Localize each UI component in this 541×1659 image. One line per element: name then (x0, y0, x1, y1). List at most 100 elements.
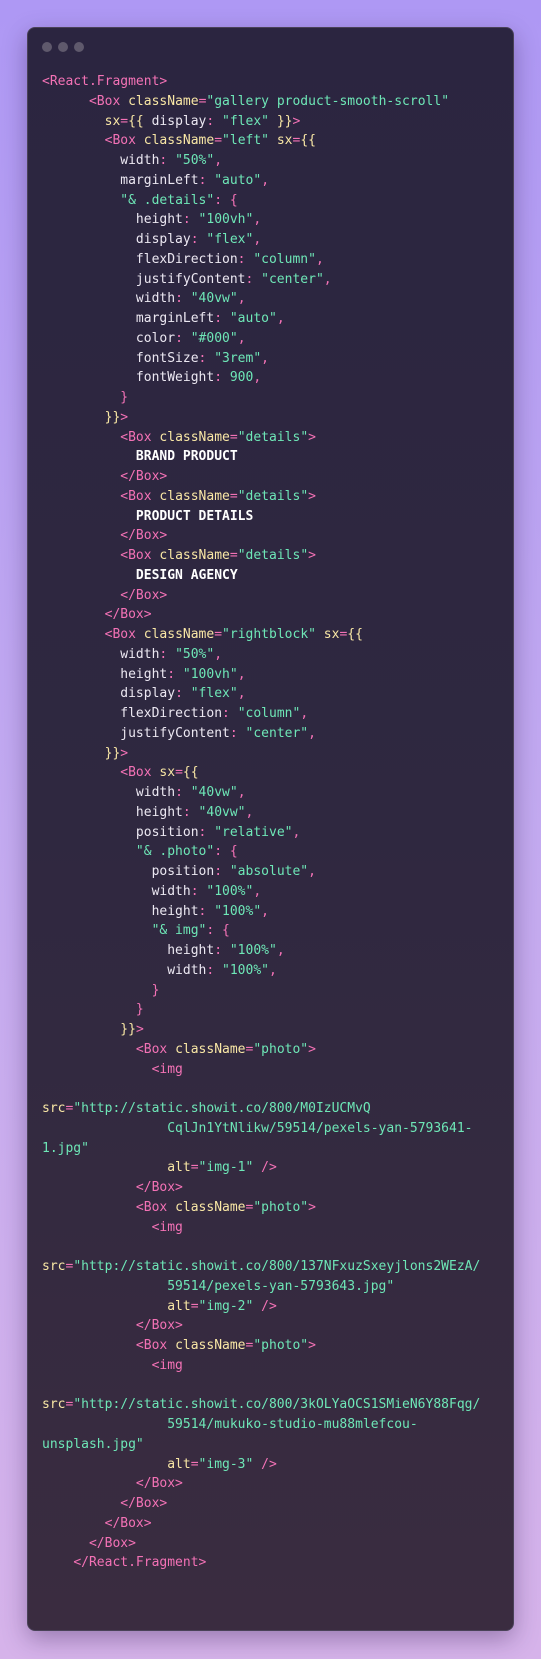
code-token: } (120, 390, 129, 405)
close-dot-icon[interactable] (42, 42, 52, 52)
code-token: width (151, 883, 191, 899)
code-line: src="http://static.showit.co/800/M0IzUCM… (42, 1099, 503, 1119)
code-line: BRAND PRODUCT (42, 447, 503, 467)
code-token: "flex" (206, 232, 254, 247)
code-token: "column" (253, 251, 316, 267)
code-token: className (159, 488, 230, 504)
code-token: "column" (237, 706, 301, 721)
code-token: height (151, 903, 199, 919)
code-line: </Box> (42, 586, 503, 606)
code-token: "http://static.showit.co/800/137NFxuzSxe… (73, 1259, 481, 1274)
code-token: justifyContent (135, 271, 246, 287)
code-token: height (120, 666, 168, 682)
code-line: "& img": { (42, 921, 503, 941)
code-token: > (292, 113, 301, 129)
code-line: width: "50%", (42, 645, 503, 665)
code-token: color (135, 330, 176, 346)
code-block: <React.Fragment> <Box className="gallery… (42, 72, 503, 1573)
code-token: </Box> (104, 1515, 152, 1531)
code-token: : (214, 311, 223, 326)
code-token: "auto" (214, 172, 262, 188)
code-line: fontWeight: 900, (42, 368, 503, 388)
code-token: , (261, 903, 269, 919)
code-token: width (135, 785, 176, 800)
code-line: flexDirection: "column", (42, 704, 503, 724)
code-token: DESIGN AGENCY (135, 567, 238, 583)
code-token: <img (151, 1061, 183, 1077)
code-token: alt (167, 1298, 191, 1314)
code-token: {{ (128, 113, 144, 129)
code-line: CqlJn1YtNlikw/59514/pexels-yan-5793641- (42, 1119, 503, 1139)
code-token: "left" (222, 133, 270, 149)
code-line: display: "flex", (42, 230, 503, 250)
code-token: , (253, 883, 262, 899)
code-line: 59514/pexels-yan-5793643.jpg" (42, 1277, 503, 1297)
code-token: = (175, 765, 183, 781)
code-line: </Box> (42, 1494, 503, 1514)
code-token: = (229, 488, 238, 504)
code-token: display (120, 686, 176, 702)
maximize-dot-icon[interactable] (74, 42, 84, 52)
code-token: </Box> (120, 587, 168, 603)
code-token: "100vh" (182, 666, 238, 682)
code-token: width (167, 962, 207, 978)
code-token: : (175, 330, 183, 346)
minimize-dot-icon[interactable] (58, 42, 68, 52)
code-line: <img (42, 1218, 503, 1238)
code-token: "img-1" (198, 1160, 254, 1176)
code-token: : (167, 666, 176, 682)
code-token: 59514/pexels-yan-5793643.jpg" (167, 1278, 395, 1294)
code-token: : (214, 844, 223, 860)
code-token: > (308, 1199, 316, 1215)
code-line: <Box className="photo"> (42, 1198, 503, 1218)
code-token: <Box (135, 1041, 168, 1057)
code-line: </Box> (42, 1534, 503, 1554)
code-line: marginLeft: "auto", (42, 171, 503, 191)
code-token: { (222, 923, 230, 939)
code-token: </Box> (135, 1180, 183, 1195)
code-token: BRAND PRODUCT (135, 449, 238, 465)
code-token: display (151, 113, 207, 129)
code-token: "details" (237, 488, 309, 504)
code-token: fontSize (135, 350, 199, 366)
code-token: , (237, 666, 246, 682)
code-line: height: "100vh", (42, 210, 503, 230)
code-token: <Box (120, 429, 152, 445)
code-token: "#000" (190, 330, 238, 346)
code-token: , (315, 251, 324, 267)
code-token: "50%" (175, 153, 215, 168)
code-token: , (292, 824, 301, 840)
code-line: position: "absolute", (42, 862, 503, 882)
code-token: : (182, 212, 191, 228)
code-line: alt="img-1" /> (42, 1158, 503, 1178)
code-token: /> (261, 1298, 277, 1314)
code-token: > (135, 1022, 144, 1037)
